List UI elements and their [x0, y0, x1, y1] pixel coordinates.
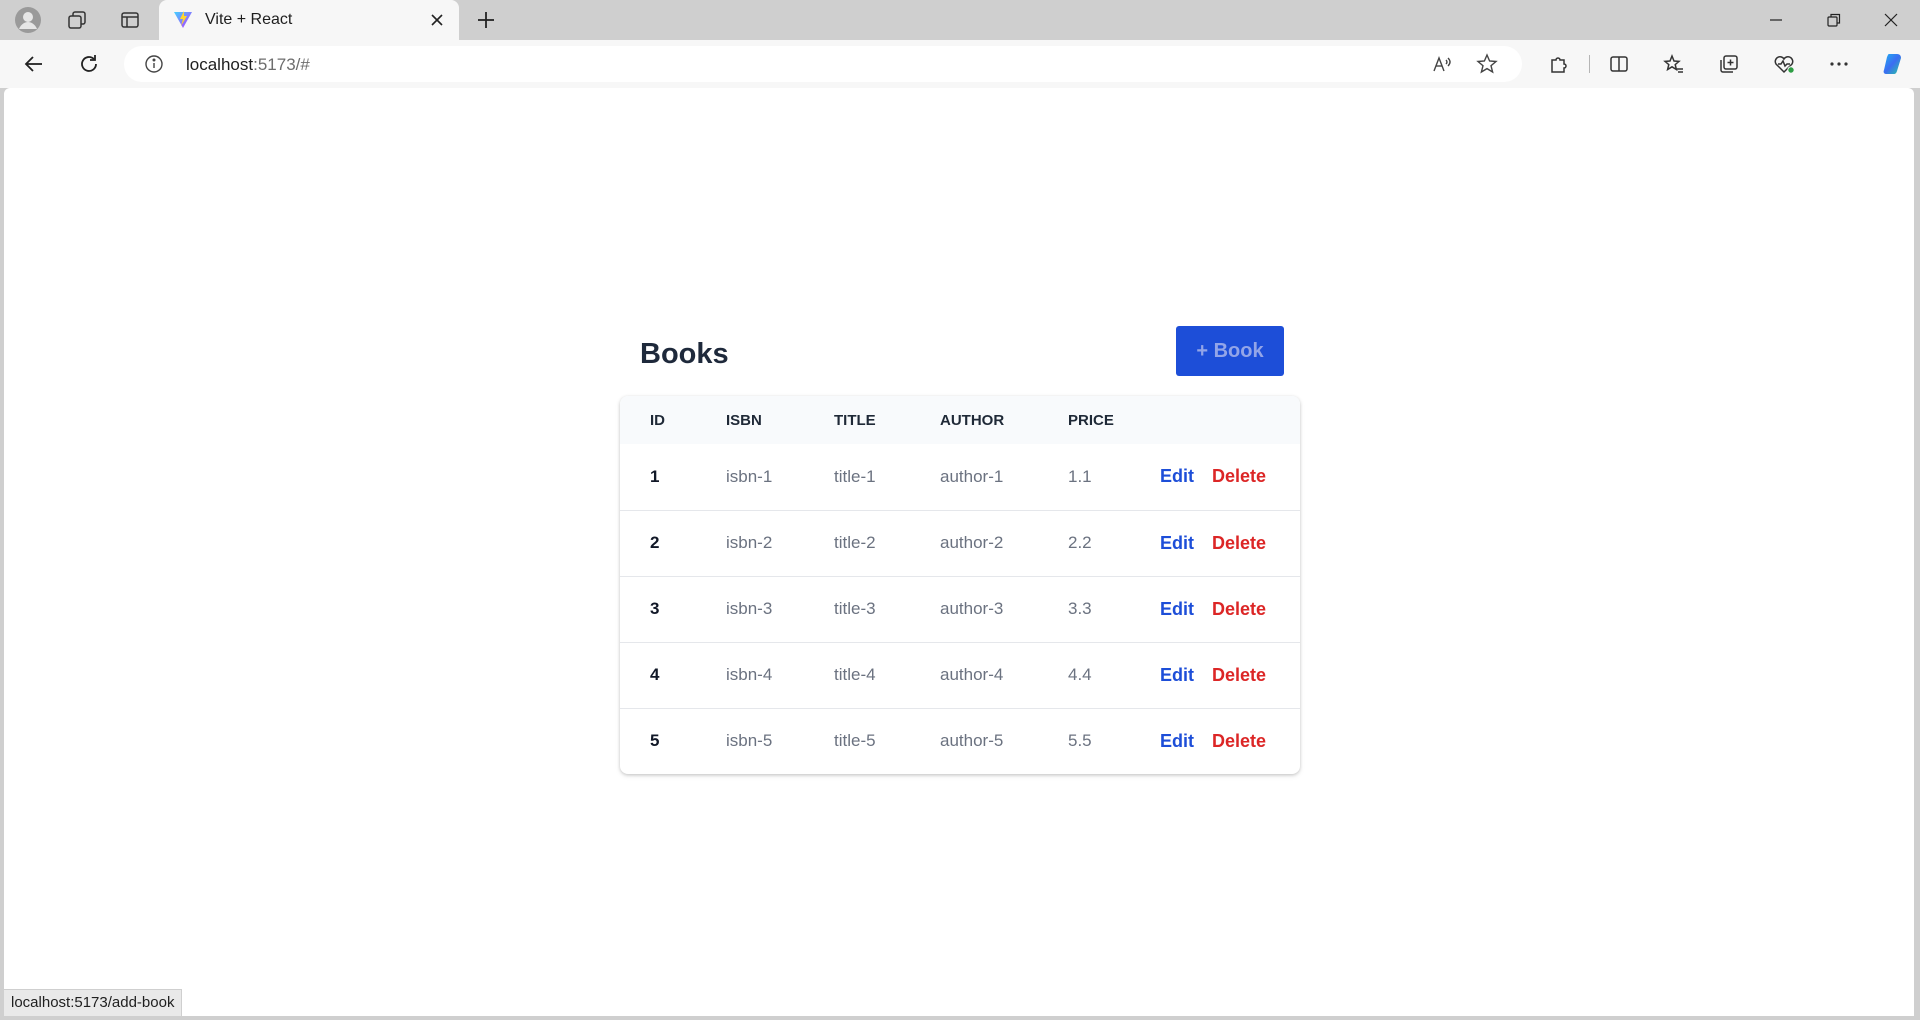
cell-author: author-3	[940, 599, 1004, 618]
collections-icon[interactable]	[1709, 46, 1749, 82]
more-icon[interactable]	[1819, 46, 1859, 82]
table-row: 5 isbn-5 title-5 author-5 5.5 Edit Delete	[620, 708, 1300, 774]
cell-actions: Edit Delete	[1160, 444, 1300, 510]
back-icon[interactable]	[14, 46, 54, 82]
page-title: Books	[640, 338, 729, 370]
edit-link[interactable]: Edit	[1160, 731, 1194, 751]
cell-price: 3.3	[1068, 599, 1092, 618]
cell-author: author-4	[940, 665, 1004, 684]
vite-logo-icon	[173, 11, 193, 29]
edit-link[interactable]: Edit	[1160, 665, 1194, 685]
cell-id: 1	[650, 466, 660, 486]
close-icon[interactable]	[427, 10, 447, 30]
read-aloud-icon[interactable]	[1430, 52, 1454, 76]
cell-author: author-2	[940, 533, 1004, 552]
cell-actions: Edit Delete	[1160, 708, 1300, 774]
close-window-icon[interactable]	[1862, 0, 1920, 40]
table-row: 1 isbn-1 title-1 author-1 1.1 Edit Delete	[620, 444, 1300, 510]
books-table: ID ISBN TITLE AUTHOR PRICE 1 isbn-1 titl…	[620, 396, 1300, 774]
table-row: 4 isbn-4 title-4 author-4 4.4 Edit Delete	[620, 642, 1300, 708]
browser-tab[interactable]: Vite + React	[159, 0, 459, 40]
column-header-author: AUTHOR	[940, 411, 1005, 429]
status-bar-url: localhost:5173/add-book	[4, 989, 183, 1016]
address-url[interactable]: localhost:5173/#	[186, 55, 310, 75]
cell-actions: Edit Delete	[1160, 642, 1300, 708]
column-header-price: PRICE	[1068, 411, 1114, 429]
table-row: 2 isbn-2 title-2 author-2 2.2 Edit Delete	[620, 510, 1300, 576]
browser-essentials-icon[interactable]	[1764, 46, 1804, 82]
refresh-icon[interactable]	[69, 46, 109, 82]
table-header-row: ID ISBN TITLE AUTHOR PRICE	[620, 396, 1300, 444]
favorites-icon[interactable]	[1654, 46, 1694, 82]
address-bar[interactable]: localhost:5173/#	[124, 46, 1522, 82]
address-host: localhost	[186, 55, 254, 74]
copilot-icon[interactable]	[1874, 46, 1914, 82]
cell-id: 2	[650, 533, 660, 552]
extensions-icon[interactable]	[1539, 46, 1579, 82]
delete-link[interactable]: Delete	[1212, 665, 1266, 685]
cell-author: author-5	[940, 731, 1004, 751]
cell-price: 4.4	[1068, 665, 1092, 684]
cell-price: 2.2	[1068, 533, 1092, 552]
cell-isbn: isbn-1	[726, 466, 773, 486]
cell-id: 3	[650, 599, 660, 618]
workspaces-icon[interactable]	[57, 4, 97, 36]
cell-price: 1.1	[1068, 466, 1092, 486]
vertical-tabs-icon[interactable]	[110, 4, 150, 36]
column-header-actions	[1160, 396, 1300, 444]
delete-link[interactable]: Delete	[1212, 466, 1266, 486]
info-icon[interactable]	[144, 54, 164, 74]
favorite-star-icon[interactable]	[1475, 52, 1499, 76]
tab-title: Vite + React	[205, 11, 293, 28]
browser-toolbar: localhost:5173/#	[0, 40, 1920, 88]
cell-isbn: isbn-5	[726, 731, 773, 751]
tab-strip: Vite + React	[0, 0, 1920, 40]
column-header-id: ID	[650, 411, 665, 429]
cell-id: 4	[650, 665, 660, 684]
cell-isbn: isbn-4	[726, 665, 773, 684]
minimize-icon[interactable]	[1747, 0, 1805, 40]
restore-icon[interactable]	[1805, 0, 1863, 40]
add-book-button[interactable]: + Book	[1176, 326, 1284, 376]
plus-icon[interactable]	[466, 4, 506, 36]
toolbar-separator	[1589, 55, 1590, 73]
cell-actions: Edit Delete	[1160, 576, 1300, 642]
profile-icon[interactable]	[8, 4, 48, 36]
column-header-title: TITLE	[834, 411, 876, 429]
cell-title: title-1	[834, 466, 876, 486]
cell-isbn: isbn-3	[726, 599, 773, 618]
cell-isbn: isbn-2	[726, 533, 773, 552]
cell-id: 5	[650, 731, 660, 751]
address-path: :5173/#	[253, 55, 310, 74]
split-screen-icon[interactable]	[1599, 46, 1639, 82]
books-table-card: ID ISBN TITLE AUTHOR PRICE 1 isbn-1 titl…	[620, 396, 1300, 774]
cell-title: title-4	[834, 665, 876, 684]
cell-title: title-5	[834, 731, 876, 751]
column-header-isbn: ISBN	[726, 411, 762, 429]
cell-title: title-3	[834, 599, 876, 618]
delete-link[interactable]: Delete	[1212, 731, 1266, 751]
edit-link[interactable]: Edit	[1160, 599, 1194, 619]
cell-price: 5.5	[1068, 731, 1092, 751]
table-row: 3 isbn-3 title-3 author-3 3.3 Edit Delete	[620, 576, 1300, 642]
page-viewport: Books + Book ID ISBN TITLE AUTHOR PRICE …	[4, 88, 1914, 1016]
edit-link[interactable]: Edit	[1160, 533, 1194, 553]
cell-actions: Edit Delete	[1160, 510, 1300, 576]
cell-author: author-1	[940, 466, 1004, 486]
cell-title: title-2	[834, 533, 876, 552]
edit-link[interactable]: Edit	[1160, 466, 1194, 486]
delete-link[interactable]: Delete	[1212, 599, 1266, 619]
delete-link[interactable]: Delete	[1212, 533, 1266, 553]
